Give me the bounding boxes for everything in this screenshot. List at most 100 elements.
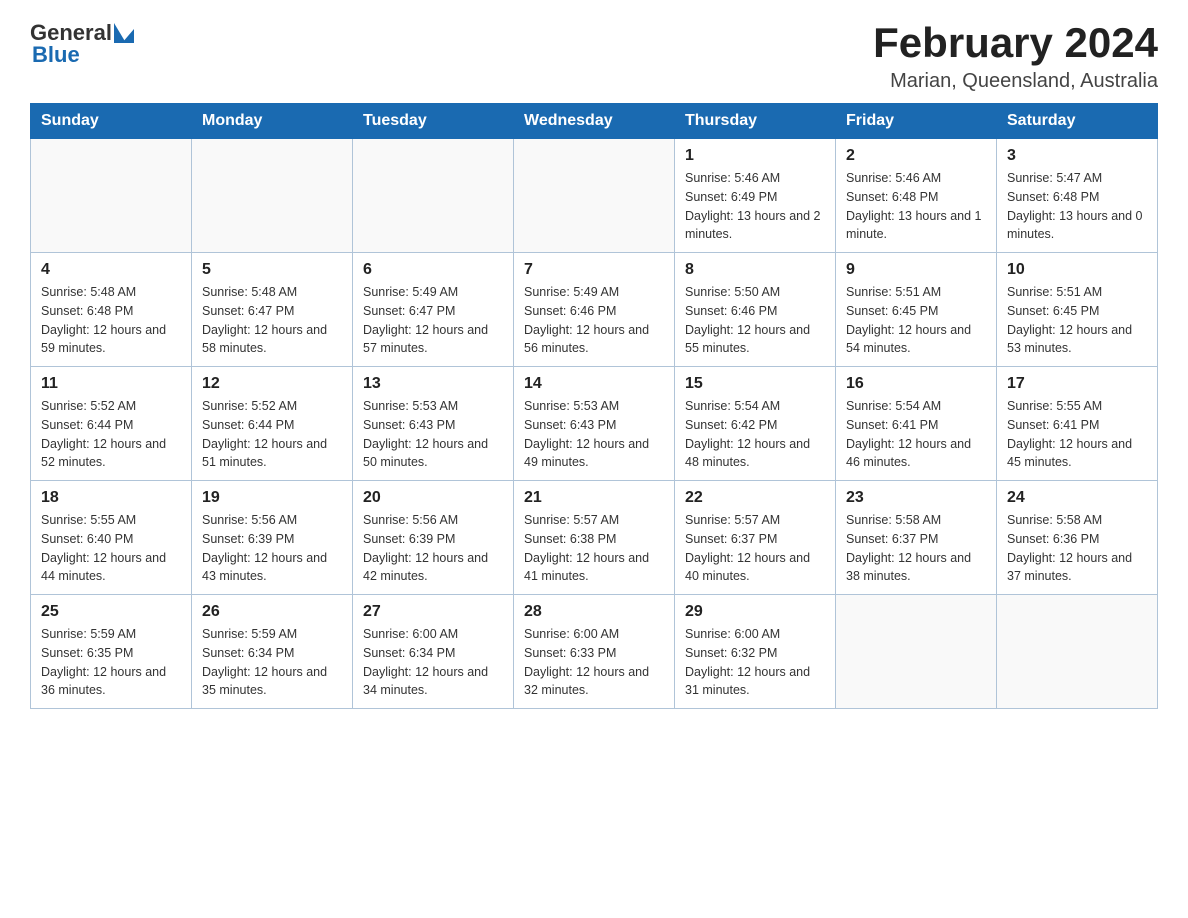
day-number: 25 bbox=[41, 603, 181, 621]
day-number: 13 bbox=[363, 375, 503, 393]
calendar-cell: 4Sunrise: 5:48 AMSunset: 6:48 PMDaylight… bbox=[31, 253, 192, 367]
calendar-cell: 23Sunrise: 5:58 AMSunset: 6:37 PMDayligh… bbox=[836, 481, 997, 595]
day-info: Sunrise: 5:51 AMSunset: 6:45 PMDaylight:… bbox=[846, 283, 986, 358]
day-info: Sunrise: 5:50 AMSunset: 6:46 PMDaylight:… bbox=[685, 283, 825, 358]
day-info: Sunrise: 5:53 AMSunset: 6:43 PMDaylight:… bbox=[363, 397, 503, 472]
calendar-day-header: Wednesday bbox=[514, 104, 675, 139]
calendar-cell bbox=[353, 139, 514, 253]
day-number: 26 bbox=[202, 603, 342, 621]
calendar-cell: 8 Sunrise: 5:50 AMSunset: 6:46 PMDaylight… bbox=[675, 253, 836, 367]
day-number: 7 bbox=[524, 261, 664, 279]
day-number: 27 bbox=[363, 603, 503, 621]
day-number: 20 bbox=[363, 489, 503, 507]
day-info: Sunrise: 5:56 AMSunset: 6:39 PMDaylight:… bbox=[363, 511, 503, 586]
month-title: February 2024 bbox=[873, 20, 1158, 66]
calendar-cell: 10 Sunrise: 5:51 AMSunset: 6:45 PMDayligh… bbox=[997, 253, 1158, 367]
calendar-cell bbox=[192, 139, 353, 253]
calendar-cell: 6 Sunrise: 5:49 AMSunset: 6:47 PMDaylight… bbox=[353, 253, 514, 367]
day-info: Sunrise: 5:52 AMSunset: 6:44 PMDaylight:… bbox=[202, 397, 342, 472]
calendar-cell: 26 Sunrise: 5:59 AMSunset: 6:34 PMDayligh… bbox=[192, 595, 353, 709]
calendar-week-row: 18Sunrise: 5:55 AMSunset: 6:40 PMDayligh… bbox=[31, 481, 1158, 595]
day-number: 5 bbox=[202, 261, 342, 279]
day-number: 19 bbox=[202, 489, 342, 507]
location-text: Marian, Queensland, Australia bbox=[873, 70, 1158, 93]
calendar-day-header: Monday bbox=[192, 104, 353, 139]
day-number: 17 bbox=[1007, 375, 1147, 393]
calendar-week-row: 1 Sunrise: 5:46 AMSunset: 6:49 PMDaylight… bbox=[31, 139, 1158, 253]
calendar-cell: 28Sunrise: 6:00 AMSunset: 6:33 PMDayligh… bbox=[514, 595, 675, 709]
day-info: Sunrise: 5:49 AMSunset: 6:46 PMDaylight:… bbox=[524, 283, 664, 358]
calendar-cell: 13 Sunrise: 5:53 AMSunset: 6:43 PMDayligh… bbox=[353, 367, 514, 481]
day-number: 15 bbox=[685, 375, 825, 393]
calendar-cell: 17 Sunrise: 5:55 AMSunset: 6:41 PMDayligh… bbox=[997, 367, 1158, 481]
calendar-cell bbox=[31, 139, 192, 253]
day-info: Sunrise: 5:54 AMSunset: 6:41 PMDaylight:… bbox=[846, 397, 986, 472]
calendar-cell: 11 Sunrise: 5:52 AMSunset: 6:44 PMDayligh… bbox=[31, 367, 192, 481]
calendar-week-row: 25 Sunrise: 5:59 AMSunset: 6:35 PMDayligh… bbox=[31, 595, 1158, 709]
day-number: 8 bbox=[685, 261, 825, 279]
logo-blue-text: Blue bbox=[32, 42, 80, 68]
day-number: 10 bbox=[1007, 261, 1147, 279]
calendar-cell: 24 Sunrise: 5:58 AMSunset: 6:36 PMDayligh… bbox=[997, 481, 1158, 595]
calendar-cell: 3 Sunrise: 5:47 AMSunset: 6:48 PMDaylight… bbox=[997, 139, 1158, 253]
calendar-cell: 2 Sunrise: 5:46 AMSunset: 6:48 PMDaylight… bbox=[836, 139, 997, 253]
calendar-day-header: Tuesday bbox=[353, 104, 514, 139]
day-info: Sunrise: 5:53 AMSunset: 6:43 PMDaylight:… bbox=[524, 397, 664, 472]
day-info: Sunrise: 5:57 AMSunset: 6:37 PMDaylight:… bbox=[685, 511, 825, 586]
day-info: Sunrise: 5:46 AMSunset: 6:49 PMDaylight:… bbox=[685, 169, 825, 244]
day-info: Sunrise: 5:58 AMSunset: 6:36 PMDaylight:… bbox=[1007, 511, 1147, 586]
day-number: 9 bbox=[846, 261, 986, 279]
calendar-week-row: 11 Sunrise: 5:52 AMSunset: 6:44 PMDayligh… bbox=[31, 367, 1158, 481]
day-info: Sunrise: 5:49 AMSunset: 6:47 PMDaylight:… bbox=[363, 283, 503, 358]
day-number: 4 bbox=[41, 261, 181, 279]
day-info: Sunrise: 5:55 AMSunset: 6:41 PMDaylight:… bbox=[1007, 397, 1147, 472]
day-info: Sunrise: 5:58 AMSunset: 6:37 PMDaylight:… bbox=[846, 511, 986, 586]
day-number: 22 bbox=[685, 489, 825, 507]
day-number: 2 bbox=[846, 147, 986, 165]
calendar-week-row: 4Sunrise: 5:48 AMSunset: 6:48 PMDaylight… bbox=[31, 253, 1158, 367]
calendar-header-row: SundayMondayTuesdayWednesdayThursdayFrid… bbox=[31, 104, 1158, 139]
day-info: Sunrise: 5:46 AMSunset: 6:48 PMDaylight:… bbox=[846, 169, 986, 244]
calendar-day-header: Sunday bbox=[31, 104, 192, 139]
calendar-cell: 18Sunrise: 5:55 AMSunset: 6:40 PMDayligh… bbox=[31, 481, 192, 595]
calendar-cell: 20 Sunrise: 5:56 AMSunset: 6:39 PMDayligh… bbox=[353, 481, 514, 595]
day-info: Sunrise: 5:51 AMSunset: 6:45 PMDaylight:… bbox=[1007, 283, 1147, 358]
calendar-table: SundayMondayTuesdayWednesdayThursdayFrid… bbox=[30, 103, 1158, 709]
day-number: 6 bbox=[363, 261, 503, 279]
calendar-cell: 9 Sunrise: 5:51 AMSunset: 6:45 PMDaylight… bbox=[836, 253, 997, 367]
day-info: Sunrise: 5:52 AMSunset: 6:44 PMDaylight:… bbox=[41, 397, 181, 472]
calendar-cell: 5Sunrise: 5:48 AMSunset: 6:47 PMDaylight… bbox=[192, 253, 353, 367]
calendar-cell bbox=[514, 139, 675, 253]
calendar-cell: 25 Sunrise: 5:59 AMSunset: 6:35 PMDayligh… bbox=[31, 595, 192, 709]
day-number: 16 bbox=[846, 375, 986, 393]
calendar-cell: 1 Sunrise: 5:46 AMSunset: 6:49 PMDaylight… bbox=[675, 139, 836, 253]
day-info: Sunrise: 6:00 AMSunset: 6:33 PMDaylight:… bbox=[524, 625, 664, 700]
calendar-cell: 22 Sunrise: 5:57 AMSunset: 6:37 PMDayligh… bbox=[675, 481, 836, 595]
calendar-cell: 19 Sunrise: 5:56 AMSunset: 6:39 PMDayligh… bbox=[192, 481, 353, 595]
calendar-cell: 15 Sunrise: 5:54 AMSunset: 6:42 PMDayligh… bbox=[675, 367, 836, 481]
day-info: Sunrise: 5:57 AMSunset: 6:38 PMDaylight:… bbox=[524, 511, 664, 586]
logo-triangle-icon bbox=[114, 23, 134, 43]
day-info: Sunrise: 5:59 AMSunset: 6:34 PMDaylight:… bbox=[202, 625, 342, 700]
calendar-cell bbox=[997, 595, 1158, 709]
day-number: 11 bbox=[41, 375, 181, 393]
day-info: Sunrise: 5:56 AMSunset: 6:39 PMDaylight:… bbox=[202, 511, 342, 586]
calendar-cell: 27 Sunrise: 6:00 AMSunset: 6:34 PMDayligh… bbox=[353, 595, 514, 709]
day-info: Sunrise: 5:47 AMSunset: 6:48 PMDaylight:… bbox=[1007, 169, 1147, 244]
day-number: 29 bbox=[685, 603, 825, 621]
day-number: 1 bbox=[685, 147, 825, 165]
calendar-cell: 16 Sunrise: 5:54 AMSunset: 6:41 PMDayligh… bbox=[836, 367, 997, 481]
day-number: 14 bbox=[524, 375, 664, 393]
day-info: Sunrise: 6:00 AMSunset: 6:34 PMDaylight:… bbox=[363, 625, 503, 700]
day-info: Sunrise: 5:59 AMSunset: 6:35 PMDaylight:… bbox=[41, 625, 181, 700]
day-info: Sunrise: 5:54 AMSunset: 6:42 PMDaylight:… bbox=[685, 397, 825, 472]
calendar-day-header: Thursday bbox=[675, 104, 836, 139]
calendar-cell: 12Sunrise: 5:52 AMSunset: 6:44 PMDayligh… bbox=[192, 367, 353, 481]
day-number: 21 bbox=[524, 489, 664, 507]
calendar-cell: 21 Sunrise: 5:57 AMSunset: 6:38 PMDayligh… bbox=[514, 481, 675, 595]
day-info: Sunrise: 5:55 AMSunset: 6:40 PMDaylight:… bbox=[41, 511, 181, 586]
calendar-cell: 29 Sunrise: 6:00 AMSunset: 6:32 PMDayligh… bbox=[675, 595, 836, 709]
day-info: Sunrise: 6:00 AMSunset: 6:32 PMDaylight:… bbox=[685, 625, 825, 700]
day-number: 3 bbox=[1007, 147, 1147, 165]
day-number: 24 bbox=[1007, 489, 1147, 507]
